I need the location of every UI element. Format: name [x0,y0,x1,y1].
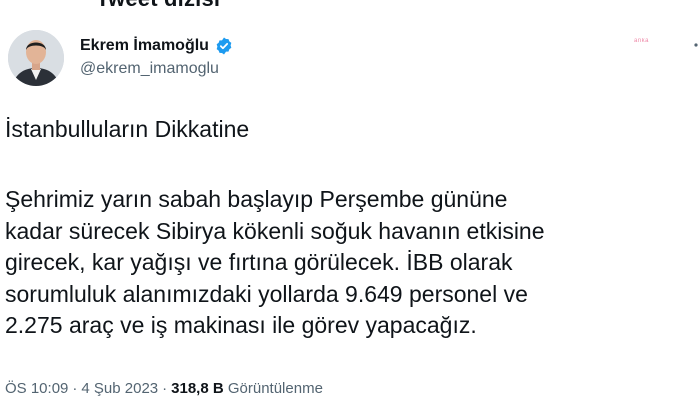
tweet-body-line: girecek, kar yağışı ve fırtına görülecek… [5,249,513,275]
tweet-date[interactable]: 4 Şub 2023 [81,380,158,397]
tweet-body-line: kadar sürecek Sibirya kökenli soğuk hava… [5,217,545,244]
tweet-body-line: Şehrimiz yarın sabah başlayıp Perşembe g… [5,186,508,212]
tweet-body-line: 2.275 araç ve iş makinası ile görev yapa… [5,312,477,338]
avatar-image [8,30,64,86]
tweet-body: Şehrimiz yarın sabah başlayıp Perşembe g… [5,184,545,342]
avatar[interactable] [8,30,64,86]
verified-badge-icon [214,36,234,56]
views-count: 318,8 B [171,380,224,397]
tweet-body-line: sorumluluk alanımızdaki yollarda 9.649 p… [5,280,528,307]
meta-separator: · [72,380,78,397]
tweet-meta: ÖS 10:09 · 4 Şub 2023 · 318,8 B Görüntülenme [5,380,323,397]
more-options-icon[interactable] [684,38,700,50]
meta-separator: · [162,380,168,397]
author-name[interactable]: Ekrem İmamoğlu [80,37,209,55]
views-label: Görüntülenme [227,380,323,397]
author-name-row[interactable]: Ekrem İmamoğlu [80,36,234,56]
watermark-text: anka [634,38,650,44]
tweet-time[interactable]: ÖS 10:09 [5,380,68,397]
tweet-title: İstanbulluların Dikkatine [5,116,250,142]
author-handle[interactable]: @ekrem_imamoglu [80,60,219,78]
thread-header-title: Tweet dizisi [96,0,220,12]
